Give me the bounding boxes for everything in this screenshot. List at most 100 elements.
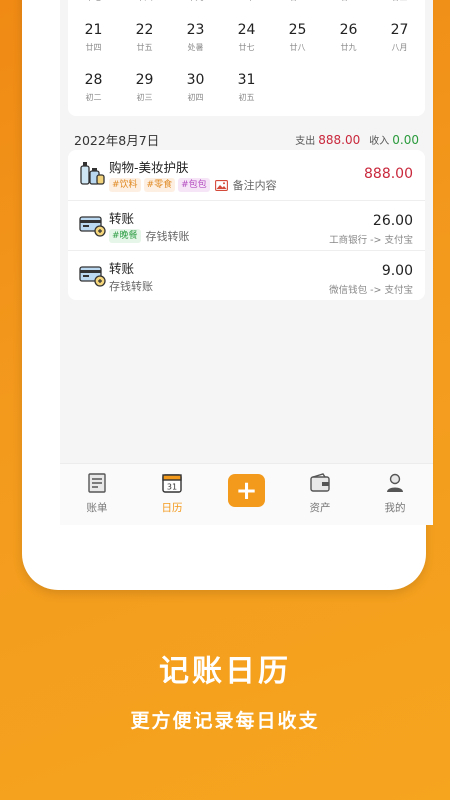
calendar-grid: 14十七 15十八 16十九 17二十 18廿一 19廿二 20廿三 21廿四 … [68,0,425,108]
bank-card-icon [78,211,106,239]
lunar-date: 廿九 [340,43,357,52]
calendar-day[interactable]: 23 处暑 [170,16,221,58]
lunar-date: 初四 [187,93,204,102]
app-screen: 14十七 15十八 16十九 17二十 18廿一 19廿二 20廿三 21廿四 … [60,0,433,525]
day-number: 26 [339,22,358,38]
calendar-day[interactable]: 15十八 [119,0,170,8]
bank-card-icon [78,261,106,289]
calendar-day[interactable]: 30 初四 [170,66,221,108]
calendar-icon: 31 [142,470,202,496]
promo-subtitle: 更方便记录每日收支 [130,710,320,732]
calendar-day[interactable]: 31 初五 [221,66,272,108]
tag-list: #饮料 #零食 #包包 备注内容 [109,177,277,193]
transaction-row[interactable]: 购物-美妆护肤 #饮料 #零食 #包包 备注内容 888.00 [68,150,425,200]
tag[interactable]: #晚餐 [109,229,141,243]
transfer-route: 微信钱包 -> 支付宝 [329,285,413,296]
tag-list: #晚餐 存钱转账 [109,228,190,244]
day-number: 27 [390,22,409,38]
day-number: 21 [84,22,103,38]
lunar-date: 十九 [170,0,221,4]
day-number: 25 [288,22,307,38]
lunar-date: 二十 [221,0,272,4]
calendar-day[interactable]: 25 廿八 [272,16,323,58]
calendar-day[interactable]: 17二十 [221,0,272,8]
lunar-date: 廿四 [85,43,102,52]
calendar-day[interactable]: 16十九 [170,0,221,8]
day-number: 22 [135,22,154,38]
transaction-list: 购物-美妆护肤 #饮料 #零食 #包包 备注内容 888.00 转账 #晚餐 存… [68,150,425,300]
tab-calendar[interactable]: 31 日历 [142,470,202,515]
day-number: 31 [237,72,256,88]
lunar-date: 廿三 [374,0,425,4]
transaction-amount: 26.00 [372,213,413,229]
tab-label: 我的 [384,502,406,514]
lunar-date: 廿五 [136,43,153,52]
tag-list: 存钱转账 [109,278,153,294]
transaction-title: 转账 [109,261,135,276]
add-record-button[interactable]: + [228,474,265,507]
phone-frame: 14十七 15十八 16十九 17二十 18廿一 19廿二 20廿三 21廿四 … [22,0,433,590]
calendar-day[interactable]: 28 初二 [68,66,119,108]
income-label: 收入 [369,135,390,147]
tag[interactable]: #包包 [178,178,210,192]
lunar-date: 十八 [119,0,170,4]
calendar-day[interactable]: 27 八月 [374,16,425,58]
promo-title: 记账日历 [159,654,291,689]
calendar-day[interactable]: 26 廿九 [323,16,374,58]
tab-assets[interactable]: 资产 [290,470,350,515]
calendar-day[interactable]: 29 初三 [119,66,170,108]
calendar-day[interactable]: 24 廿七 [221,16,272,58]
user-icon [365,470,425,496]
calendar-icon-text: 31 [167,483,177,492]
day-number: 23 [186,22,205,38]
tag[interactable]: #饮料 [109,178,141,192]
lunar-date: 廿八 [289,43,306,52]
day-totals: 支出 888.00 收入 0.00 [295,132,419,147]
day-number: 29 [135,72,154,88]
transaction-title: 转账 [109,211,135,226]
lunar-date: 处暑 [187,43,204,52]
transfer-route: 工商银行 -> 支付宝 [329,235,413,246]
selected-date: 2022年8月7日 [74,132,160,148]
calendar-day[interactable]: 20廿三 [374,0,425,8]
tag[interactable]: #零食 [143,178,176,192]
income-amount: 0.00 [392,132,419,147]
calendar-day[interactable]: 18廿一 [272,0,323,8]
calendar-day[interactable]: 19廿二 [323,0,374,8]
image-icon [214,179,228,191]
tab-label: 日历 [161,502,183,514]
transaction-note: 存钱转账 [145,230,190,243]
day-number: 28 [84,72,103,88]
transaction-title: 购物-美妆护肤 [109,160,189,175]
transaction-amount: 888.00 [364,166,413,182]
lunar-date: 廿七 [238,43,255,52]
calendar-card: 14十七 15十八 16十九 17二十 18廿一 19廿二 20廿三 21廿四 … [68,0,425,116]
wallet-icon [290,470,350,496]
day-number: 30 [186,72,205,88]
lunar-date: 廿二 [323,0,374,4]
transaction-row[interactable]: 转账 存钱转账 9.00 微信钱包 -> 支付宝 [68,250,425,301]
day-summary-header: 2022年8月7日 支出 888.00 收入 0.00 [74,128,419,150]
lunar-date: 十七 [68,0,119,4]
transaction-note: 备注内容 [232,179,277,192]
tab-me[interactable]: 我的 [365,470,425,515]
lunar-date: 初五 [238,93,255,102]
calendar-day[interactable]: 22 廿五 [119,16,170,58]
lunar-date: 初二 [85,93,102,102]
plus-icon: + [235,475,258,506]
lunar-date: 八月 [391,43,408,52]
transaction-amount: 9.00 [381,263,413,279]
shopping-bottles-icon [78,160,106,188]
day-number: 24 [237,22,256,38]
calendar-day[interactable]: 14十七 [68,0,119,8]
transaction-row[interactable]: 转账 #晚餐 存钱转账 26.00 工商银行 -> 支付宝 [68,200,425,251]
tab-label: 账单 [86,502,108,514]
tab-label: 资产 [309,502,331,514]
expense-amount: 888.00 [318,132,361,147]
expense-label: 支出 [295,135,316,147]
bill-icon [67,470,127,496]
calendar-day[interactable]: 21 廿四 [68,16,119,58]
tab-bill[interactable]: 账单 [67,470,127,515]
transaction-note: 存钱转账 [109,280,153,293]
lunar-date: 初三 [136,93,153,102]
